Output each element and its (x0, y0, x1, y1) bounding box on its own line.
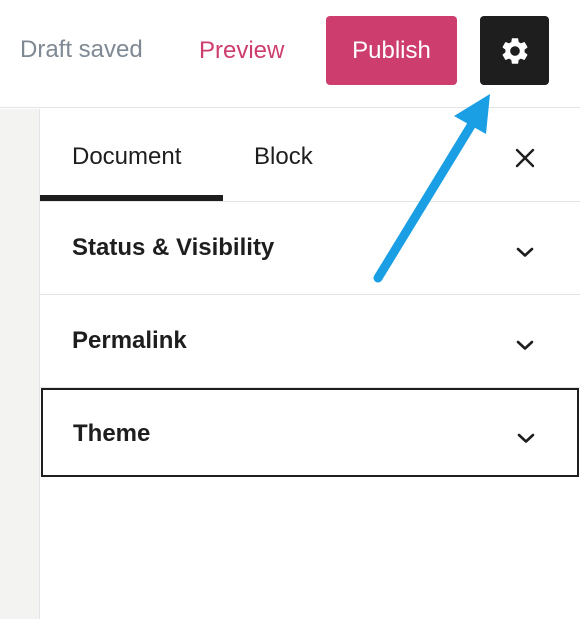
sidebar-tabs: Document Block (40, 109, 580, 202)
chevron-down-icon (516, 247, 534, 257)
publish-button[interactable]: Publish (326, 16, 457, 85)
active-tab-indicator (40, 195, 223, 201)
chevron-down-icon (516, 340, 534, 350)
panel-title: Theme (73, 420, 151, 447)
close-icon (515, 148, 535, 168)
chevron-down-icon (517, 433, 535, 443)
panel-title: Permalink (72, 327, 187, 354)
draft-status-text: Draft saved (20, 36, 143, 63)
editor-toolbar: Draft saved Preview Publish (0, 0, 580, 108)
panel-permalink[interactable]: Permalink (40, 295, 580, 388)
panel-title: Status & Visibility (72, 234, 275, 261)
preview-link[interactable]: Preview (199, 37, 284, 65)
panel-theme[interactable]: Theme (41, 388, 579, 477)
gear-icon (502, 37, 527, 64)
editor-canvas-edge (0, 109, 40, 619)
tab-document[interactable]: Document (72, 143, 181, 171)
editor-page: Draft saved Preview Publish Document Blo… (0, 0, 580, 619)
settings-button[interactable] (480, 16, 549, 85)
panel-status-visibility[interactable]: Status & Visibility (40, 202, 580, 295)
close-sidebar-button[interactable] (510, 143, 540, 173)
settings-sidebar: Document Block Status & Visibility Perma… (40, 109, 580, 619)
tab-block[interactable]: Block (254, 143, 313, 171)
